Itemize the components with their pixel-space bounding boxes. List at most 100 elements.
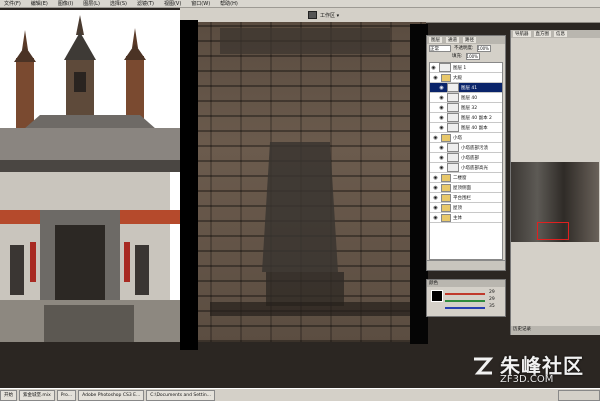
brand-logo-icon: [474, 357, 494, 374]
layer-row[interactable]: ◉ 图层 40: [430, 93, 502, 103]
taskbar: 开始 紫金城堡.mix Pro... Adobe Photoshop CS3 E…: [0, 388, 600, 401]
color-panel-tab[interactable]: 颜色: [427, 280, 505, 287]
tab-channels[interactable]: 通道: [446, 37, 459, 43]
reference-image-castle[interactable]: [0, 10, 180, 342]
blue-slider[interactable]: [445, 307, 485, 309]
taskbar-item-explorer[interactable]: C:\Documents and Settin...: [146, 389, 215, 401]
layer-row[interactable]: ◉ 图层 32: [430, 103, 502, 113]
visibility-eye-icon[interactable]: ◉: [432, 205, 439, 211]
taskbar-item-photoshop[interactable]: Adobe Photoshop CS3 E...: [78, 389, 145, 401]
document-canvas[interactable]: [180, 22, 426, 342]
layer-group-row[interactable]: ◉ 屋顶侧面: [430, 183, 502, 193]
tab-histogram[interactable]: 直方图: [533, 31, 551, 37]
green-slider[interactable]: [445, 300, 485, 302]
layer-name: 图层 41: [461, 85, 478, 91]
fill-input[interactable]: 100%: [465, 52, 480, 60]
tab-layers[interactable]: 图层: [429, 37, 442, 43]
taskbar-item[interactable]: Pro...: [56, 389, 77, 401]
fill-row: 填充: 100%: [427, 52, 505, 60]
layer-name: 小塔底部污渍: [461, 145, 488, 151]
color-panel: 颜色 29 29 35: [426, 279, 506, 317]
layer-thumbnail: [447, 163, 459, 172]
menu-layer[interactable]: 图层(L): [83, 0, 100, 7]
layer-thumbnail: [447, 113, 459, 122]
layer-row[interactable]: ◉ 小塔底部: [430, 153, 502, 163]
tab-navigator[interactable]: 导航器: [513, 31, 531, 37]
blend-row: 正常 不透明度: 100%: [427, 44, 505, 52]
layer-group-row[interactable]: ◉ 小塔: [430, 133, 502, 143]
layer-row[interactable]: ◉ 小塔底部高光: [430, 163, 502, 173]
folder-icon: [441, 73, 451, 82]
layer-thumbnail: [447, 83, 459, 92]
menu-bar: 文件(F) 编辑(E) 图像(I) 图层(L) 选择(S) 滤镜(T) 视图(V…: [0, 0, 600, 8]
start-button[interactable]: 开始: [0, 389, 17, 401]
tab-info[interactable]: 信息: [554, 31, 567, 37]
layer-row[interactable]: ◉ 图层 40 副本 2: [430, 113, 502, 123]
layer-name: 小塔底部: [461, 155, 479, 161]
layer-group-row[interactable]: ◉ 二楼窗: [430, 173, 502, 183]
visibility-eye-icon[interactable]: ◉: [438, 145, 445, 151]
menu-filter[interactable]: 滤镜(T): [137, 0, 154, 7]
layer-name: 大殿: [453, 75, 462, 81]
foreground-swatch[interactable]: [431, 290, 443, 302]
layer-name: 小塔: [453, 135, 462, 141]
visibility-eye-icon[interactable]: ◉: [438, 115, 445, 121]
castle-illustration: [0, 10, 180, 342]
layer-row[interactable]: ◉ 图层 1: [430, 63, 502, 73]
visibility-eye-icon[interactable]: ◉: [432, 175, 439, 181]
folder-icon: [441, 213, 451, 222]
menu-window[interactable]: 窗口(W): [191, 0, 210, 7]
layer-group-row[interactable]: ◉ 平台围栏: [430, 193, 502, 203]
fill-label: 填充:: [452, 54, 463, 59]
layer-row[interactable]: ◉ 图层 41: [430, 83, 502, 93]
layer-name: 屋顶侧面: [453, 185, 471, 191]
layer-row[interactable]: ◉ 图层 40 副本: [430, 123, 502, 133]
visibility-eye-icon[interactable]: ◉: [432, 135, 439, 141]
tab-paths[interactable]: 路径: [463, 37, 476, 43]
menu-view[interactable]: 视图(V): [164, 0, 181, 7]
visibility-eye-icon[interactable]: ◉: [438, 165, 445, 171]
green-value[interactable]: 29: [489, 297, 495, 302]
layer-name: 图层 1: [453, 65, 467, 71]
layer-group-row[interactable]: ◉ 大殿: [430, 73, 502, 83]
layer-row[interactable]: ◉ 小塔底部污渍: [430, 143, 502, 153]
folder-icon: [441, 133, 451, 142]
layer-name: 平台围栏: [453, 195, 471, 201]
menu-image[interactable]: 图像(I): [58, 0, 73, 7]
layer-thumbnail: [447, 143, 459, 152]
layer-name: 小塔底部高光: [461, 165, 488, 171]
taskbar-item[interactable]: 紫金城堡.mix: [19, 389, 55, 401]
menu-select[interactable]: 选择(S): [110, 0, 127, 7]
layer-group-row[interactable]: ◉ 主体: [430, 213, 502, 223]
layer-group-row[interactable]: ◉ 屋顶: [430, 203, 502, 213]
visibility-eye-icon[interactable]: ◉: [438, 85, 445, 91]
visibility-eye-icon[interactable]: ◉: [438, 105, 445, 111]
navigator-view-box[interactable]: [537, 222, 569, 240]
navigator-panel: 导航器 直方图 信息 历史记录: [510, 30, 600, 335]
stone-wall-texture: [210, 28, 410, 316]
blue-value[interactable]: 35: [489, 304, 495, 309]
workspace-dropdown[interactable]: 工作区 ▾: [308, 11, 339, 19]
visibility-eye-icon[interactable]: ◉: [432, 75, 439, 81]
layer-name: 二楼窗: [453, 175, 467, 181]
tab-history[interactable]: 历史记录: [511, 326, 600, 335]
layer-thumbnail: [447, 103, 459, 112]
visibility-eye-icon[interactable]: ◉: [438, 95, 445, 101]
visibility-eye-icon[interactable]: ◉: [432, 195, 439, 201]
menu-edit[interactable]: 编辑(E): [31, 0, 48, 7]
red-value[interactable]: 29: [489, 290, 495, 295]
visibility-eye-icon[interactable]: ◉: [432, 185, 439, 191]
visibility-eye-icon[interactable]: ◉: [430, 65, 437, 71]
workspace-label: 工作区 ▾: [320, 12, 340, 19]
visibility-eye-icon[interactable]: ◉: [438, 155, 445, 161]
folder-icon: [441, 193, 451, 202]
visibility-eye-icon[interactable]: ◉: [438, 125, 445, 131]
visibility-eye-icon[interactable]: ◉: [432, 215, 439, 221]
blend-mode-select[interactable]: 正常: [429, 44, 451, 52]
menu-help[interactable]: 帮助(H): [220, 0, 238, 7]
menu-file[interactable]: 文件(F): [4, 0, 21, 7]
layer-name: 图层 40 副本 2: [461, 115, 492, 121]
red-slider[interactable]: [445, 293, 485, 295]
opacity-input[interactable]: 100%: [476, 44, 491, 52]
navigator-thumbnail[interactable]: [511, 162, 599, 242]
